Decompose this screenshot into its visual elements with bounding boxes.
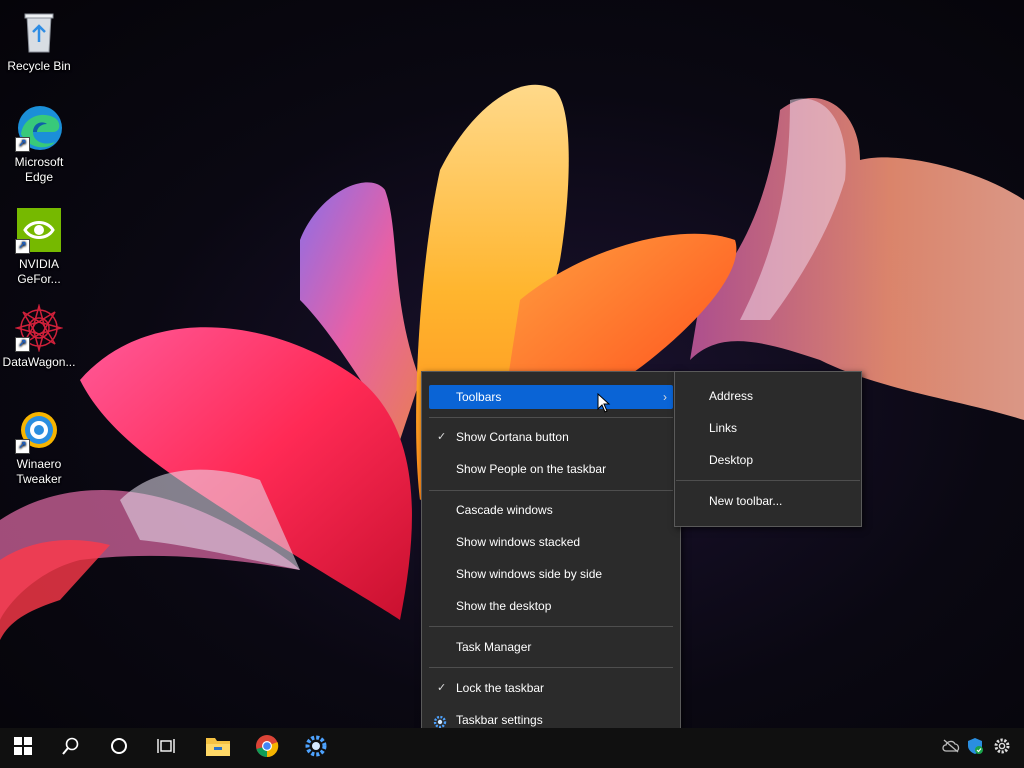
desktop-icon-recycle-bin[interactable]: Recycle Bin <box>2 8 76 74</box>
desktop-icon-microsoft-edge[interactable]: ↗ Microsoft Edge <box>2 104 76 185</box>
menu-item-task-manager[interactable]: Task Manager <box>429 635 673 659</box>
menu-item-label: Lock the taskbar <box>456 681 545 695</box>
cortana-button[interactable] <box>96 728 142 768</box>
shortcut-arrow-icon: ↗ <box>15 137 30 152</box>
taskbar-context-menu: Toolbars › ✓ Show Cortana button Show Pe… <box>421 371 681 746</box>
menu-item-label: Show windows stacked <box>456 535 581 549</box>
settings-tray-button[interactable] <box>990 728 1014 768</box>
onedrive-icon <box>942 739 960 758</box>
defender-tray-button[interactable] <box>963 728 987 768</box>
menu-separator <box>429 626 673 627</box>
menu-item-toolbars[interactable]: Toolbars › <box>429 385 673 409</box>
start-button[interactable] <box>0 728 46 768</box>
menu-separator <box>429 417 673 418</box>
cortana-icon <box>110 737 128 760</box>
menu-item-show-windows-stacked[interactable]: Show windows stacked <box>429 530 673 554</box>
menu-item-label: Show Cortana button <box>456 430 569 444</box>
shortcut-arrow-icon: ↗ <box>15 239 30 254</box>
datawagon-icon: ↗ <box>14 303 64 353</box>
winaero-tweaker-icon: ↗ <box>15 406 63 454</box>
menu-separator <box>429 490 673 491</box>
submenu-item-label: Desktop <box>709 453 754 467</box>
submenu-item-links[interactable]: Links <box>683 416 853 440</box>
file-explorer-button[interactable] <box>195 728 241 768</box>
gear-icon <box>993 737 1011 760</box>
chrome-button[interactable] <box>244 728 290 768</box>
submenu-item-new-toolbar[interactable]: New toolbar... <box>683 489 853 513</box>
menu-item-label: Show People on the taskbar <box>456 462 607 476</box>
desktop-icon-datawagon[interactable]: ↗ DataWagon... <box>2 303 76 370</box>
menu-item-label: Toolbars <box>456 390 502 404</box>
submenu-item-label: Links <box>709 421 738 435</box>
chrome-icon <box>255 734 279 763</box>
menu-item-label: Cascade windows <box>456 503 553 517</box>
search-icon <box>62 737 80 760</box>
menu-item-label: Task Manager <box>456 640 532 654</box>
task-view-icon <box>157 737 177 760</box>
mouse-cursor-icon <box>597 392 611 418</box>
edge-icon: ↗ <box>15 104 63 152</box>
desktop-icon-label: Recycle Bin <box>7 59 71 73</box>
nvidia-icon: ↗ <box>15 206 63 254</box>
shortcut-arrow-icon: ↗ <box>15 337 30 352</box>
submenu-arrow-icon: › <box>663 390 667 404</box>
task-view-button[interactable] <box>144 728 190 768</box>
desktop-icon-nvidia-geforce[interactable]: ↗ NVIDIA GeFor... <box>2 206 76 287</box>
menu-item-lock-the-taskbar[interactable]: ✓ Lock the taskbar <box>429 676 673 700</box>
start-icon <box>14 736 32 760</box>
submenu-item-desktop[interactable]: Desktop <box>683 448 853 472</box>
toolbars-submenu: Address Links Desktop New toolbar... <box>674 371 862 527</box>
recycle-bin-icon <box>15 8 63 56</box>
submenu-item-label: New toolbar... <box>709 494 783 508</box>
menu-item-show-cortana-button[interactable]: ✓ Show Cortana button <box>429 425 673 449</box>
settings-app-button[interactable] <box>293 728 339 768</box>
menu-item-show-the-desktop[interactable]: Show the desktop <box>429 594 673 618</box>
menu-item-label: Show the desktop <box>456 599 552 613</box>
desktop-icon-label: DataWagon... <box>2 355 76 369</box>
desktop-icon-label: Microsoft Edge <box>14 155 64 184</box>
file-explorer-icon <box>205 735 231 762</box>
checkmark-icon: ✓ <box>437 431 447 443</box>
search-button[interactable] <box>48 728 94 768</box>
menu-item-show-people[interactable]: Show People on the taskbar <box>429 457 673 481</box>
shortcut-arrow-icon: ↗ <box>15 439 30 454</box>
onedrive-tray-button[interactable] <box>939 728 963 768</box>
submenu-item-label: Address <box>709 389 754 403</box>
menu-separator <box>676 480 860 481</box>
submenu-item-address[interactable]: Address <box>683 384 853 408</box>
menu-item-show-windows-side-by-side[interactable]: Show windows side by side <box>429 562 673 586</box>
desktop-icon-label: NVIDIA GeFor... <box>17 257 61 286</box>
menu-separator <box>429 667 673 668</box>
defender-icon <box>967 737 983 760</box>
desktop-icon-winaero-tweaker[interactable]: ↗ Winaero Tweaker <box>2 406 76 487</box>
desktop-icon-label: Winaero Tweaker <box>16 457 62 486</box>
checkmark-icon: ✓ <box>437 682 447 694</box>
taskbar <box>0 728 1024 768</box>
menu-item-label: Taskbar settings <box>456 713 543 727</box>
settings-app-icon <box>304 734 328 763</box>
menu-item-cascade-windows[interactable]: Cascade windows <box>429 498 673 522</box>
menu-item-label: Show windows side by side <box>456 567 603 581</box>
